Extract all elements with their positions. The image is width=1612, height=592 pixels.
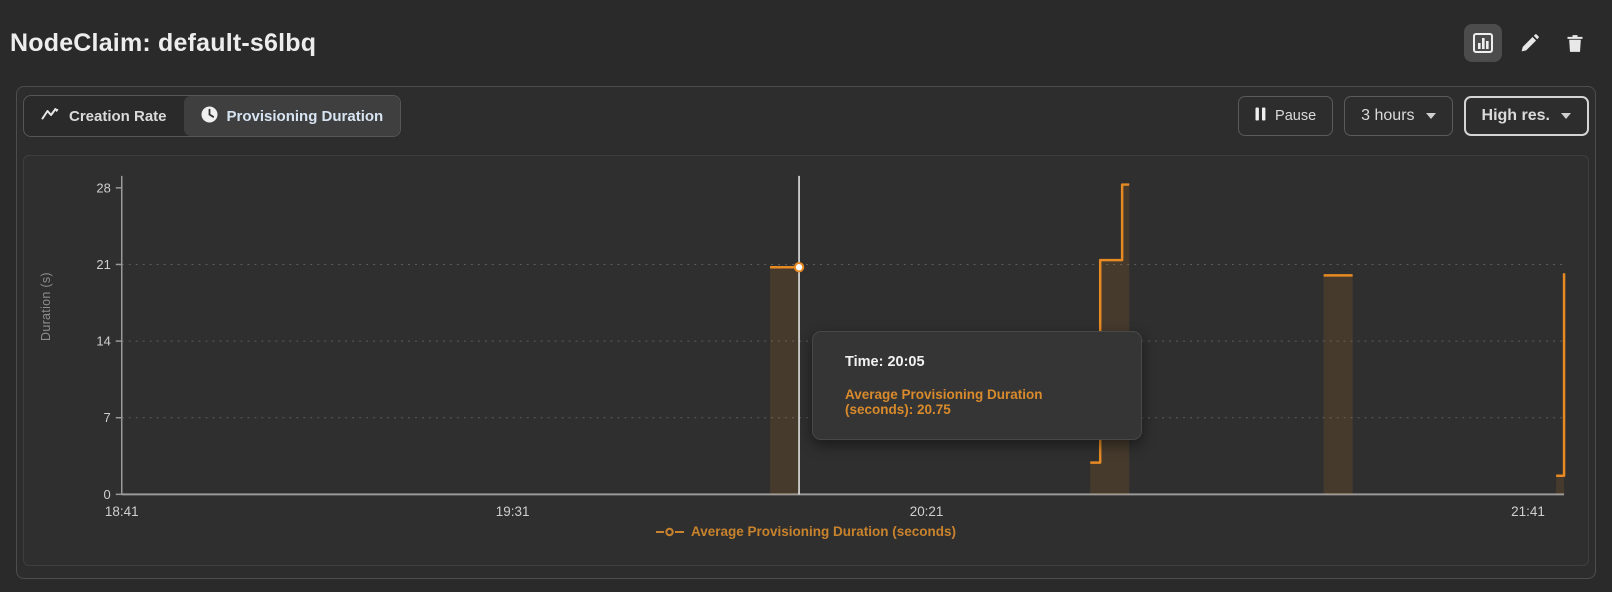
tooltip-time: Time: 20:05 <box>845 354 1109 370</box>
chevron-down-icon <box>1426 113 1436 119</box>
resolution-dropdown[interactable]: High res. <box>1464 96 1589 136</box>
legend-marker-icon <box>656 527 684 537</box>
chart-tooltip: Time: 20:05 Average Provisioning Duratio… <box>812 331 1142 440</box>
resolution-value: High res. <box>1482 107 1550 125</box>
svg-text:7: 7 <box>104 410 111 425</box>
pause-button[interactable]: Pause <box>1238 96 1333 136</box>
clock-icon <box>201 106 218 127</box>
metric-tabs: Creation Rate Provisioning Duration <box>23 95 401 137</box>
page-header: NodeClaim: default-s6lbq <box>0 0 1612 86</box>
delete-button[interactable] <box>1556 24 1594 62</box>
chart-panel: Creation Rate Provisioning Duration <box>16 86 1596 579</box>
svg-text:18:41: 18:41 <box>105 504 139 519</box>
toolbar-controls: Pause 3 hours High res. <box>1238 96 1589 136</box>
tab-creation-rate[interactable]: Creation Rate <box>24 96 184 136</box>
svg-text:19:31: 19:31 <box>496 504 530 519</box>
svg-text:20:21: 20:21 <box>910 504 944 519</box>
time-range-dropdown[interactable]: 3 hours <box>1344 96 1452 136</box>
trend-line-icon <box>41 107 60 125</box>
svg-text:14: 14 <box>96 334 110 349</box>
pencil-icon <box>1519 33 1540 54</box>
trash-icon <box>1565 33 1585 54</box>
svg-text:21: 21 <box>96 257 110 272</box>
svg-text:28: 28 <box>96 180 110 195</box>
chart-plot-area[interactable]: 0 7 14 21 28 18:41 19:31 20:21 21:41 <box>24 156 1588 565</box>
chart-view-button[interactable] <box>1464 24 1502 62</box>
duration-chart[interactable]: Duration (s) 0714212818:4119:3120:2121:4… <box>23 155 1589 566</box>
tab-provisioning-duration[interactable]: Provisioning Duration <box>184 96 401 136</box>
tab-label: Creation Rate <box>69 108 167 125</box>
tab-label: Provisioning Duration <box>227 108 384 125</box>
chart-legend[interactable]: Average Provisioning Duration (seconds) <box>24 524 1588 539</box>
legend-label: Average Provisioning Duration (seconds) <box>691 524 956 539</box>
edit-button[interactable] <box>1510 24 1548 62</box>
chart-toolbar: Creation Rate Provisioning Duration <box>23 95 1589 137</box>
svg-text:0: 0 <box>104 487 111 502</box>
bar-chart-icon <box>1472 32 1494 54</box>
tooltip-value: Average Provisioning Duration (seconds):… <box>845 387 1109 417</box>
pause-icon <box>1255 107 1266 125</box>
time-range-value: 3 hours <box>1361 107 1414 125</box>
header-actions <box>1464 24 1594 62</box>
pause-label: Pause <box>1275 108 1316 124</box>
svg-text:21:41: 21:41 <box>1511 504 1545 519</box>
chevron-down-icon <box>1561 113 1571 119</box>
page-title: NodeClaim: default-s6lbq <box>10 29 316 58</box>
